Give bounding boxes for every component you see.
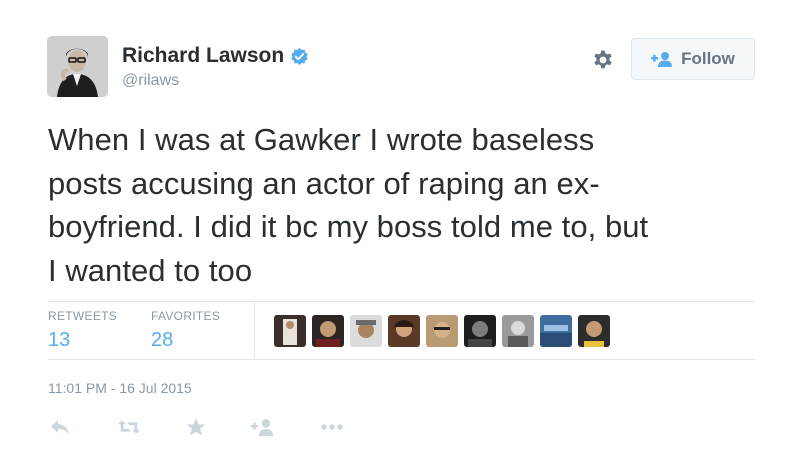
avatar[interactable] [47, 36, 108, 97]
display-name[interactable]: Richard Lawson [122, 44, 284, 68]
favoriter-avatar[interactable] [350, 315, 382, 347]
favoriter-avatar[interactable] [502, 315, 534, 347]
follow-user-icon [651, 51, 673, 67]
verified-badge-icon [290, 47, 309, 66]
reply-icon[interactable] [48, 416, 72, 438]
user-name-row[interactable]: Richard Lawson [122, 44, 309, 68]
favorites-stat[interactable]: FAVORITES 28 [151, 309, 220, 352]
favorite-star-icon[interactable] [184, 416, 208, 438]
retweets-count: 13 [48, 329, 71, 351]
stats-divider-bottom [48, 359, 755, 360]
favoriter-avatar[interactable] [540, 315, 572, 347]
favoriter-avatar[interactable] [312, 315, 344, 347]
follow-button[interactable]: Follow [631, 38, 755, 80]
retweet-icon[interactable] [117, 416, 141, 438]
follow-user-icon[interactable] [251, 416, 275, 438]
tweet-timestamp[interactable]: 11:01 PM - 16 Jul 2015 [48, 380, 192, 396]
favoriter-avatar[interactable] [426, 315, 458, 347]
favoriter-avatar[interactable] [274, 315, 306, 347]
follow-button-label: Follow [681, 49, 735, 68]
favorites-count: 28 [151, 329, 174, 351]
tweet-text: When I was at Gawker I wrote baseless po… [48, 122, 649, 288]
stats-divider-top [48, 301, 755, 302]
retweets-label: RETWEETS [48, 309, 118, 323]
favoriter-avatar[interactable] [464, 315, 496, 347]
gear-icon[interactable] [591, 48, 615, 72]
retweets-stat[interactable]: RETWEETS 13 [48, 309, 117, 352]
favoriter-avatar[interactable] [578, 315, 610, 347]
tweet-actions [48, 416, 344, 438]
favorites-label: FAVORITES [151, 309, 221, 323]
favoriter-avatar[interactable] [388, 315, 420, 347]
stats-separator [254, 301, 255, 359]
more-dots-icon[interactable] [320, 416, 344, 438]
favoriters-facepile [274, 315, 610, 347]
avatar-image [47, 36, 108, 97]
screen-name[interactable]: @rilaws [122, 72, 179, 90]
